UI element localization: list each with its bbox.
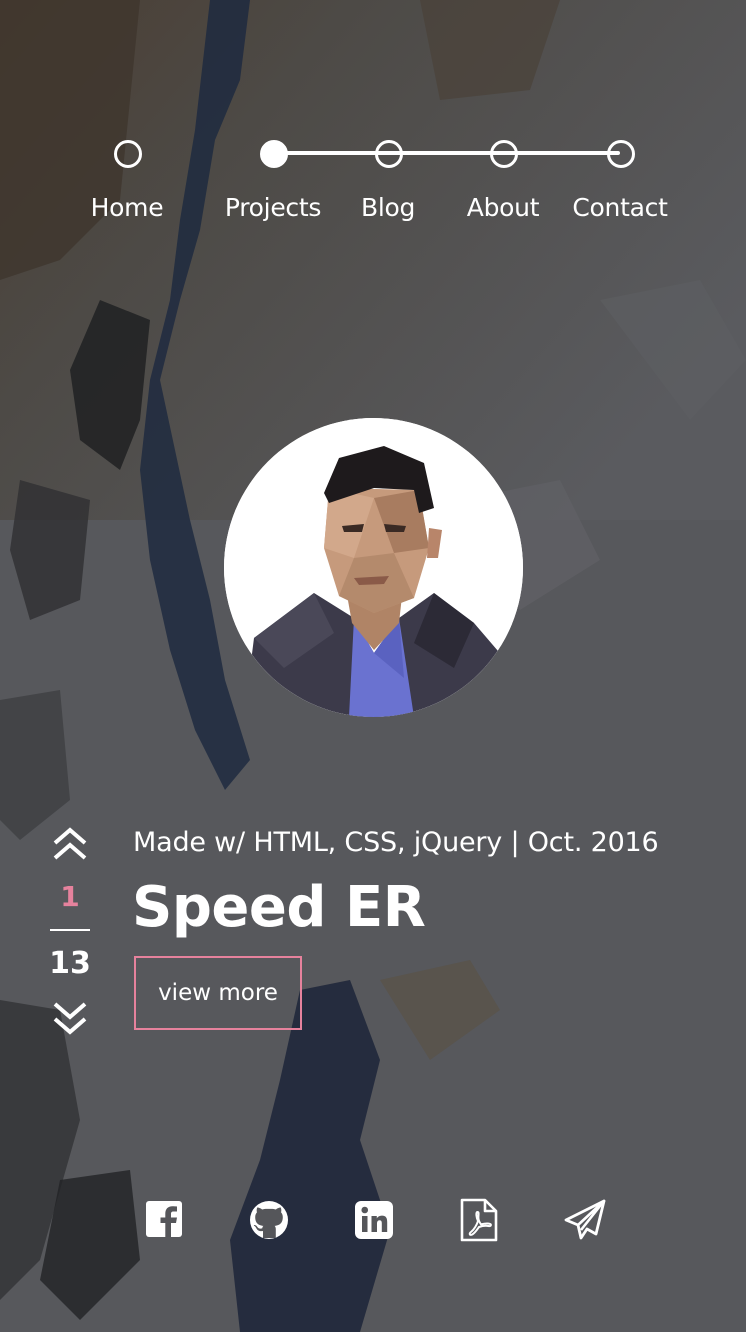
next-project-button[interactable] bbox=[52, 1000, 88, 1036]
chevrons-down-icon bbox=[53, 1002, 87, 1035]
github-icon bbox=[250, 1201, 288, 1239]
view-more-button[interactable]: view more bbox=[134, 956, 302, 1030]
pdf-icon bbox=[460, 1198, 498, 1242]
total-projects-number: 13 bbox=[49, 946, 91, 981]
nav-label-home: Home bbox=[90, 193, 164, 222]
nav-label-contact: Contact bbox=[572, 193, 668, 222]
linkedin-icon bbox=[355, 1201, 393, 1239]
nav-item-contact[interactable]: Contact bbox=[545, 0, 695, 240]
nav-dot-contact bbox=[607, 140, 635, 168]
nav-dot-about bbox=[490, 140, 518, 168]
nav-dot-home bbox=[114, 140, 142, 168]
project-counter: 1 13 bbox=[46, 826, 94, 1040]
linkedin-link[interactable] bbox=[352, 1198, 396, 1242]
nav-dot-blog bbox=[375, 140, 403, 168]
page: Home Projects Blog About Contact 1 13 Ma… bbox=[0, 0, 746, 1332]
chevrons-up-icon bbox=[53, 827, 87, 860]
counter-divider bbox=[50, 929, 90, 931]
nav-item-home[interactable]: Home bbox=[52, 0, 202, 240]
paper-plane-icon bbox=[564, 1199, 606, 1240]
project-title: Speed ER bbox=[132, 875, 426, 940]
previous-project-button[interactable] bbox=[52, 826, 88, 862]
github-link[interactable] bbox=[247, 1198, 291, 1242]
resume-pdf-link[interactable] bbox=[457, 1198, 501, 1242]
facebook-link[interactable] bbox=[143, 1198, 187, 1242]
contact-email-link[interactable] bbox=[563, 1198, 607, 1242]
current-project-number: 1 bbox=[60, 880, 80, 913]
facebook-icon bbox=[146, 1201, 182, 1237]
nav-dot-projects bbox=[260, 140, 288, 168]
portrait-avatar bbox=[224, 418, 523, 717]
project-meta: Made w/ HTML, CSS, jQuery | Oct. 2016 bbox=[133, 827, 659, 858]
